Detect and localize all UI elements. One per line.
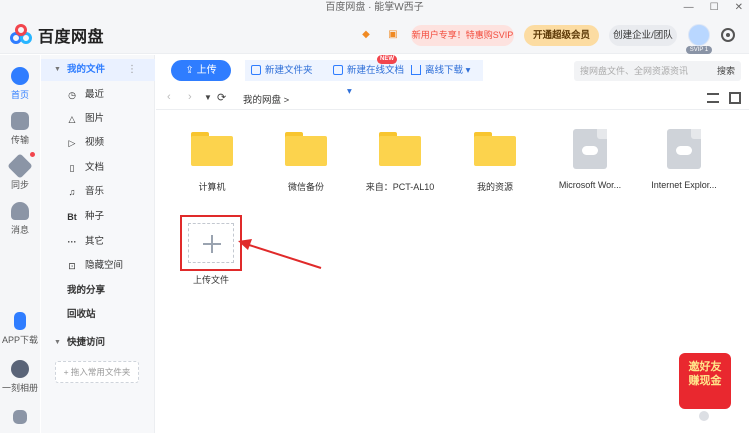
invite-line2: 赚现金 bbox=[688, 375, 722, 387]
close-banner-icon[interactable] bbox=[699, 411, 709, 421]
arrow-head bbox=[238, 239, 252, 250]
baidu-netdisk-window: 百度网盘 · 能掌W西子 — ☐ ✕ 百度网盘 ◆ ▣ 新用户专享！特惠购SVI… bbox=[0, 0, 749, 433]
invite-line1: 邀好友 bbox=[688, 361, 722, 373]
invite-friends-banner[interactable]: 邀好友 赚现金 bbox=[679, 353, 731, 409]
annotation-arrow bbox=[238, 239, 322, 269]
arrow-shaft bbox=[245, 243, 322, 269]
